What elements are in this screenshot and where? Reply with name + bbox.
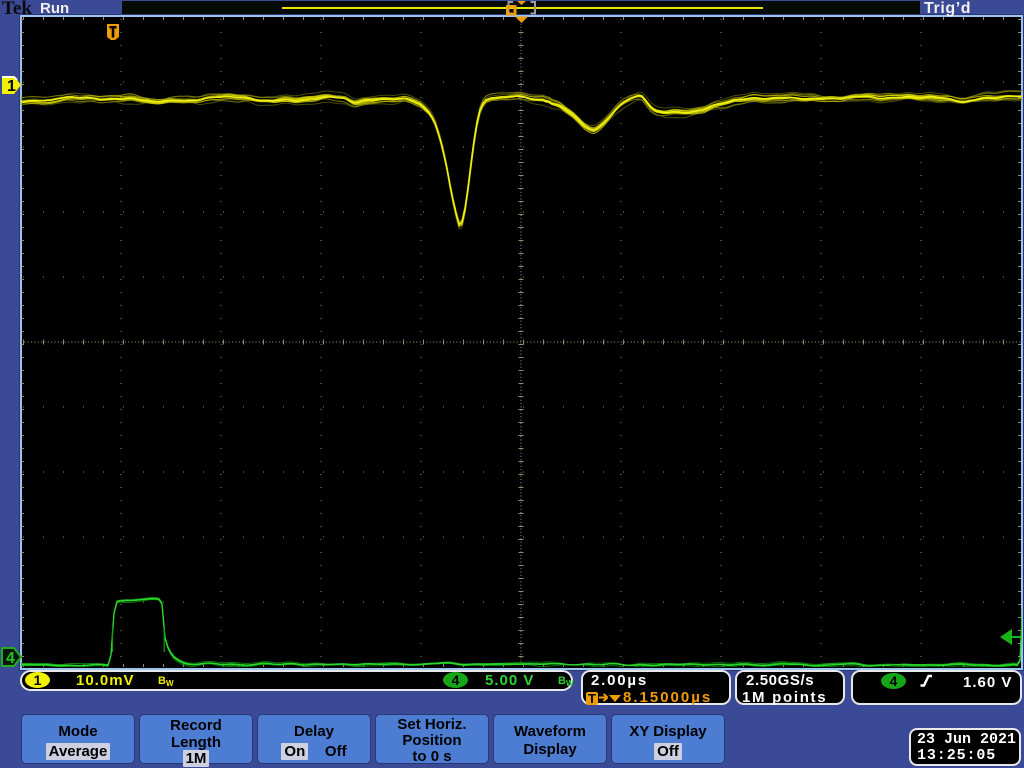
svg-text:4: 4 — [6, 650, 15, 667]
svg-text:1: 1 — [7, 78, 16, 95]
